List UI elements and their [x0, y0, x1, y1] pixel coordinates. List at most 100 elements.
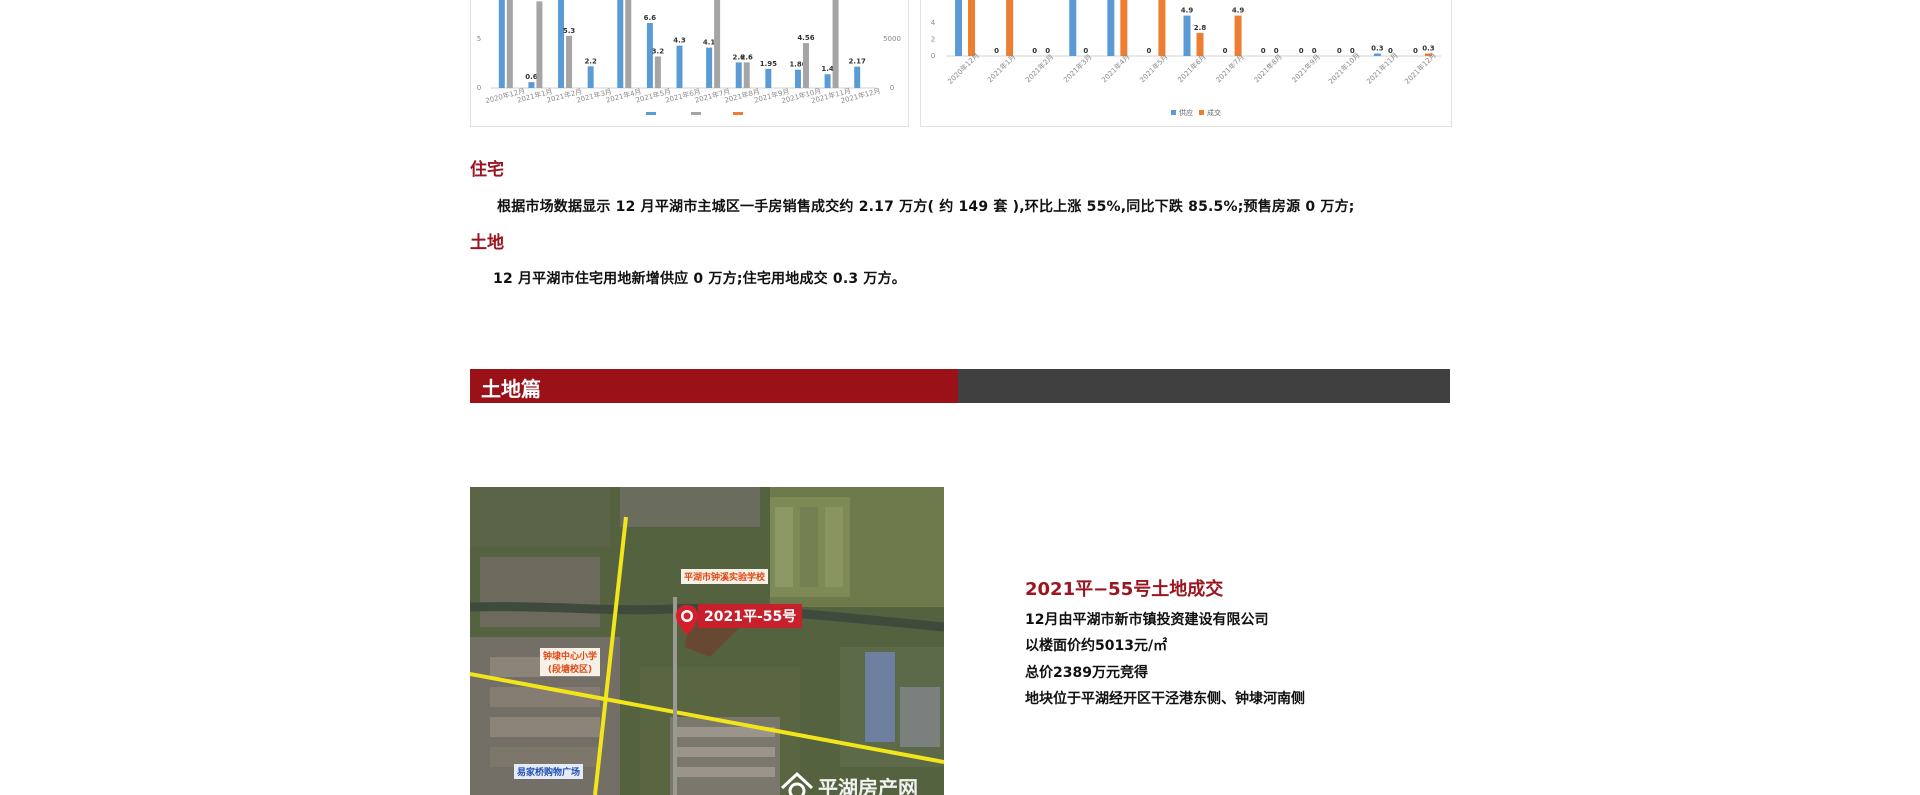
- deal-line-2: 以楼面价约5013元/㎡: [1025, 638, 1168, 654]
- data-label: 0: [1223, 47, 1228, 55]
- legend-swatch-deal: [1199, 110, 1204, 115]
- satellite-map-svg: [470, 487, 944, 795]
- data-label: 4.3: [673, 37, 686, 45]
- bar-series0: [794, 69, 801, 88]
- bar-series1: [1196, 32, 1204, 56]
- bar-series1: [968, 0, 976, 56]
- data-label: 0: [1261, 47, 1266, 55]
- bar-series0: [558, 0, 565, 89]
- x-tick-label: 2021年5月: [1138, 52, 1170, 84]
- bar-series1: [802, 43, 809, 88]
- y-tick-right: 0: [890, 84, 894, 92]
- bar-series1: [1234, 15, 1242, 56]
- bar-series0: [1069, 0, 1077, 56]
- bar-series0: [955, 0, 963, 56]
- bar-series1: [714, 0, 721, 88]
- bar-series0: [706, 47, 713, 88]
- section-banner: 土地篇: [470, 369, 1450, 403]
- bar-series1: [625, 0, 632, 88]
- map-mall-label: 易家桥购物广场: [514, 764, 584, 779]
- y-tick-left: 0: [477, 84, 481, 92]
- bar-series1: [536, 1, 543, 89]
- x-tick-label: 2021年8月: [1252, 52, 1284, 84]
- bar-series0: [854, 66, 861, 88]
- data-label: 2.6: [741, 53, 754, 61]
- data-label: 0: [1337, 47, 1342, 55]
- residential-text: 根据市场数据显示 12 月平湖市主城区一手房销售成交约 2.17 万方( 约 1…: [497, 199, 1355, 215]
- map-primary-school-line1: 钟埭中心小学: [543, 652, 598, 662]
- map-pin-label: 2021平-55号: [698, 604, 803, 628]
- sales-chart-svg: 05050002020年12月0.68.82021年1月105.32021年2月…: [477, 0, 901, 115]
- x-tick-label: 2021年3月: [1061, 52, 1093, 84]
- watermark-logo-icon: [780, 770, 814, 795]
- bar-series0: [528, 82, 535, 88]
- bar-series0: [765, 68, 772, 88]
- bar-series0: [735, 62, 742, 88]
- bar-series0: [498, 0, 505, 88]
- bar-series0: [824, 74, 831, 88]
- deal-line-1: 12月由平湖市新市镇投资建设有限公司: [1025, 612, 1269, 628]
- banner-red-block: [470, 369, 958, 403]
- bar-series0: [1107, 0, 1115, 56]
- bar-series1: [1006, 0, 1014, 56]
- map-school-label: 平湖市钟溪实验学校: [681, 569, 769, 584]
- x-tick-label: 2021年1月: [985, 52, 1017, 84]
- residential-heading: 住宅: [470, 160, 504, 180]
- data-label: 0.6: [525, 73, 538, 81]
- data-label: 2.17: [849, 58, 866, 66]
- data-label: 3.2: [652, 47, 665, 55]
- data-label: 2.8: [1194, 24, 1207, 32]
- data-label: 4.9: [1181, 7, 1194, 15]
- data-label: 0: [1413, 47, 1418, 55]
- x-tick-label: 2021年2月: [1023, 52, 1055, 84]
- map-pin-icon: [676, 605, 698, 635]
- y-tick-right: 5000: [883, 35, 901, 43]
- bar-series1: [566, 35, 573, 88]
- map-primary-school-line2: (段塘校区): [547, 665, 593, 675]
- bar-series1: [506, 0, 513, 88]
- y-tick-left: 5: [477, 35, 481, 43]
- sales-chart: 05050002020年12月0.68.82021年1月105.32021年2月…: [470, 0, 909, 127]
- legend-swatch-orange: [733, 112, 743, 115]
- data-label: 5.3: [563, 27, 576, 35]
- bar-series1: [1120, 0, 1128, 56]
- land-supply-chart-svg: 0242020年12月02021年1月0 02021年2月02021年3月 2021…: [931, 0, 1441, 117]
- x-tick-label: 2021年7月: [1214, 52, 1246, 84]
- deal-line-3: 总价2389万元竞得: [1025, 665, 1148, 681]
- land-supply-chart: 0 2 4 2020年12月 0 2021年1月 0 0 2021年2月 0 2021年3月 2021…: [920, 0, 1452, 127]
- land-map: 平湖市钟溪实验学校 2021平-55号 钟埭中心小学 (段塘校区) 易家桥购物广…: [470, 487, 944, 795]
- bar-series1: [654, 56, 661, 88]
- legend-label-deal: 成交: [1207, 108, 1221, 117]
- bar-series0: [1183, 15, 1191, 56]
- data-label: 0.3: [1371, 45, 1384, 53]
- data-label: 0: [1146, 47, 1151, 55]
- land-heading: 土地: [470, 233, 504, 253]
- y-tick: 2: [931, 36, 935, 44]
- bar-series1: [832, 0, 839, 88]
- bar-series0: [617, 0, 624, 88]
- bar-series0: [676, 45, 683, 88]
- data-label: 6.6: [644, 14, 657, 22]
- data-label: 4.9: [1232, 7, 1245, 15]
- bar-series0: [587, 66, 594, 88]
- bar-series0: [1373, 53, 1381, 56]
- map-primary-school-label: 钟埭中心小学 (段塘校区): [540, 648, 601, 676]
- data-label: 0: [1299, 47, 1304, 55]
- x-tick-label: 2021年4月: [1100, 52, 1132, 84]
- data-label: 0.3: [1422, 45, 1435, 53]
- map-watermark: 平湖房产网: [818, 776, 918, 795]
- x-tick-label: 2021年6月: [1176, 52, 1208, 84]
- legend-label-supply: 供应: [1179, 108, 1193, 117]
- data-label: 2.2: [584, 57, 597, 65]
- data-label: 1.95: [760, 60, 777, 68]
- banner-title: 土地篇: [481, 377, 541, 401]
- data-label: 4.56: [797, 34, 814, 42]
- deal-title: 2021平−55号土地成交: [1025, 579, 1224, 600]
- data-label: 0: [994, 47, 999, 55]
- deal-line-4: 地块位于平湖经开区干泾港东侧、钟埭河南侧: [1025, 691, 1305, 707]
- y-tick: 0: [931, 52, 935, 60]
- bar-series0: [646, 23, 653, 89]
- legend-swatch-gray: [691, 112, 701, 115]
- legend-swatch-supply: [1171, 110, 1176, 115]
- legend-swatch-blue: [646, 112, 656, 115]
